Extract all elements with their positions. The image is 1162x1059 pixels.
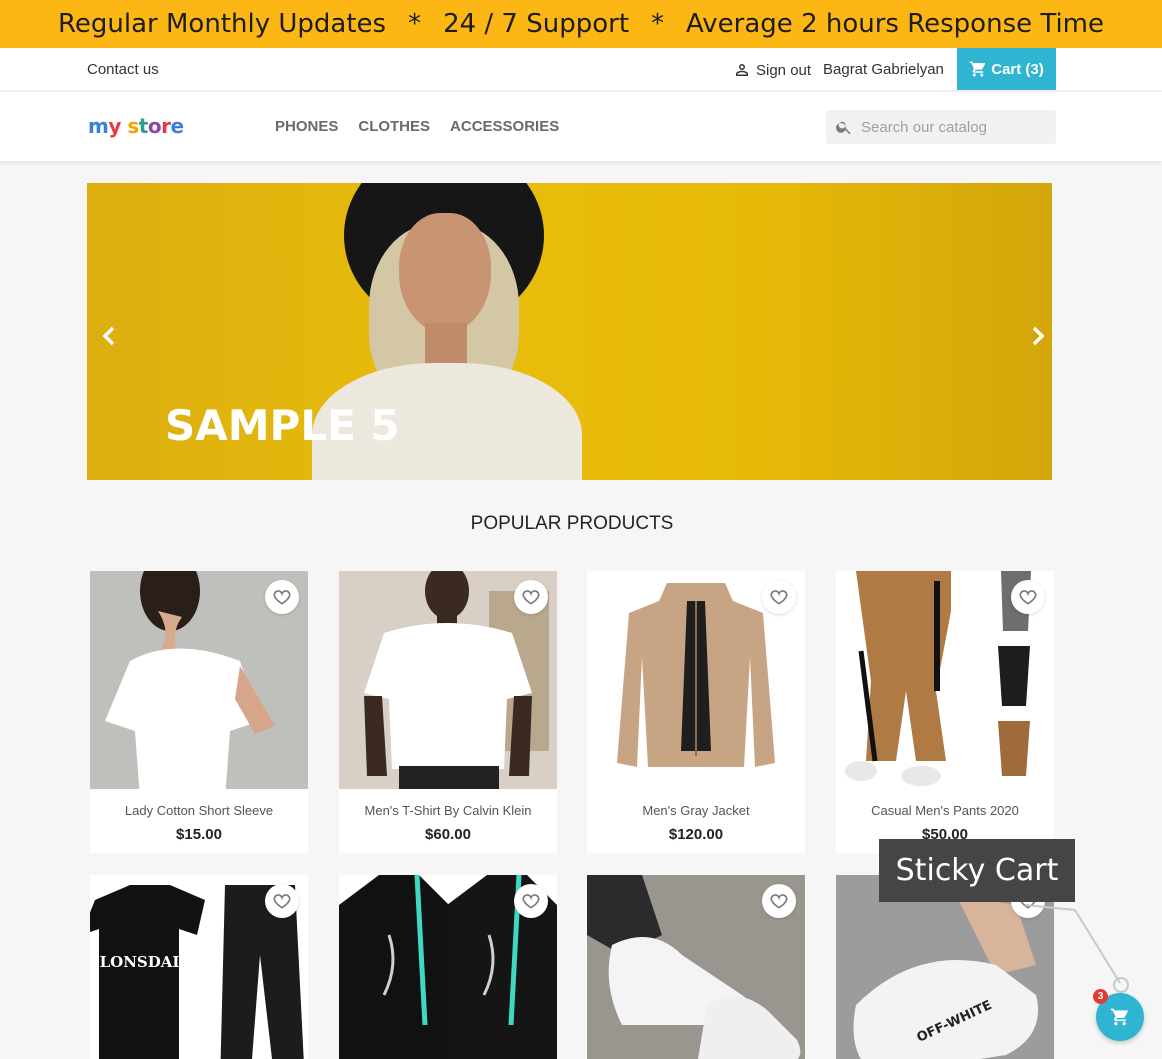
product-card[interactable]: LONSDALE — [90, 875, 308, 1059]
menu-item-accessories[interactable]: ACCESSORIES — [450, 118, 559, 135]
sticky-cart-label: Sticky Cart — [879, 839, 1075, 902]
menu-item-clothes[interactable]: CLOTHES — [358, 118, 430, 135]
product-card[interactable]: Men's T-Shirt By Calvin Klein $60.00 — [339, 571, 557, 853]
promo-text-response: Average 2 hours Response Time — [686, 9, 1104, 39]
wishlist-button[interactable] — [265, 884, 299, 918]
promo-text-updates: Regular Monthly Updates — [58, 9, 387, 39]
wishlist-button[interactable] — [265, 580, 299, 614]
product-price: $120.00 — [668, 826, 724, 843]
product-card[interactable]: Lady Cotton Short Sleeve $15.00 — [90, 571, 308, 853]
wishlist-button[interactable] — [762, 884, 796, 918]
heart-icon — [522, 590, 540, 605]
search-icon[interactable] — [835, 118, 853, 136]
top-nav: Contact us Sign out Bagrat Gabrielyan Ca… — [0, 48, 1162, 91]
popular-products-title: POPULAR PRODUCTS — [470, 513, 674, 534]
heart-icon — [273, 894, 291, 909]
search-input[interactable] — [861, 118, 1041, 136]
product-card[interactable] — [339, 875, 557, 1059]
contact-us-link[interactable]: Contact us — [87, 61, 159, 78]
hero-slider: SAMPLE 5 — [87, 183, 1052, 480]
chevron-left-icon[interactable] — [98, 324, 122, 348]
heart-icon — [1019, 590, 1037, 605]
product-name[interactable]: Lady Cotton Short Sleeve — [90, 803, 308, 818]
product-price: $15.00 — [176, 826, 222, 843]
wishlist-button[interactable] — [514, 884, 548, 918]
promo-separator: * — [651, 9, 665, 39]
promo-banner: Regular Monthly Updates * 24 / 7 Support… — [0, 0, 1162, 48]
heart-icon — [770, 590, 788, 605]
sign-out-label: Sign out — [756, 61, 812, 79]
promo-text-support: 24 / 7 Support — [443, 9, 630, 39]
cart-button[interactable]: Cart (3) — [957, 48, 1056, 90]
product-card[interactable]: OFF-WHITE — [836, 875, 1054, 1059]
slide-caption: SAMPLE 5 — [165, 401, 400, 450]
cart-icon — [1110, 1008, 1128, 1026]
product-name[interactable]: Men's Gray Jacket — [587, 803, 805, 818]
cart-icon — [969, 61, 986, 77]
user-icon — [736, 64, 748, 76]
cart-count-badge: 3 — [1093, 989, 1108, 1004]
account-link[interactable]: Bagrat Gabrielyan — [823, 61, 944, 78]
header: my store PHONES CLOTHES ACCESSORIES — [0, 92, 1162, 161]
product-card[interactable] — [587, 875, 805, 1059]
menu-item-phones[interactable]: PHONES — [275, 118, 338, 135]
wishlist-button[interactable] — [1011, 580, 1045, 614]
product-name[interactable]: Men's T-Shirt By Calvin Klein — [339, 803, 557, 818]
product-card[interactable]: Casual Men's Pants 2020 $50.00 — [836, 571, 1054, 853]
chevron-right-icon[interactable] — [1025, 324, 1049, 348]
heart-icon — [770, 894, 788, 909]
promo-separator: * — [408, 9, 422, 39]
search-box — [826, 110, 1056, 144]
wishlist-button[interactable] — [762, 580, 796, 614]
lonsdale-logo-text: LONSDALE — [100, 953, 195, 971]
heart-icon — [273, 590, 291, 605]
main-menu: PHONES CLOTHES ACCESSORIES — [275, 118, 559, 135]
wishlist-button[interactable] — [514, 580, 548, 614]
product-name[interactable]: Casual Men's Pants 2020 — [836, 803, 1054, 818]
heart-icon — [522, 894, 540, 909]
product-price: $60.00 — [425, 826, 471, 843]
cart-label: Cart (3) — [991, 60, 1044, 78]
product-card[interactable]: Men's Gray Jacket $120.00 — [587, 571, 805, 853]
store-logo[interactable]: my store — [88, 114, 184, 138]
sign-out-link[interactable]: Sign out — [733, 61, 811, 79]
